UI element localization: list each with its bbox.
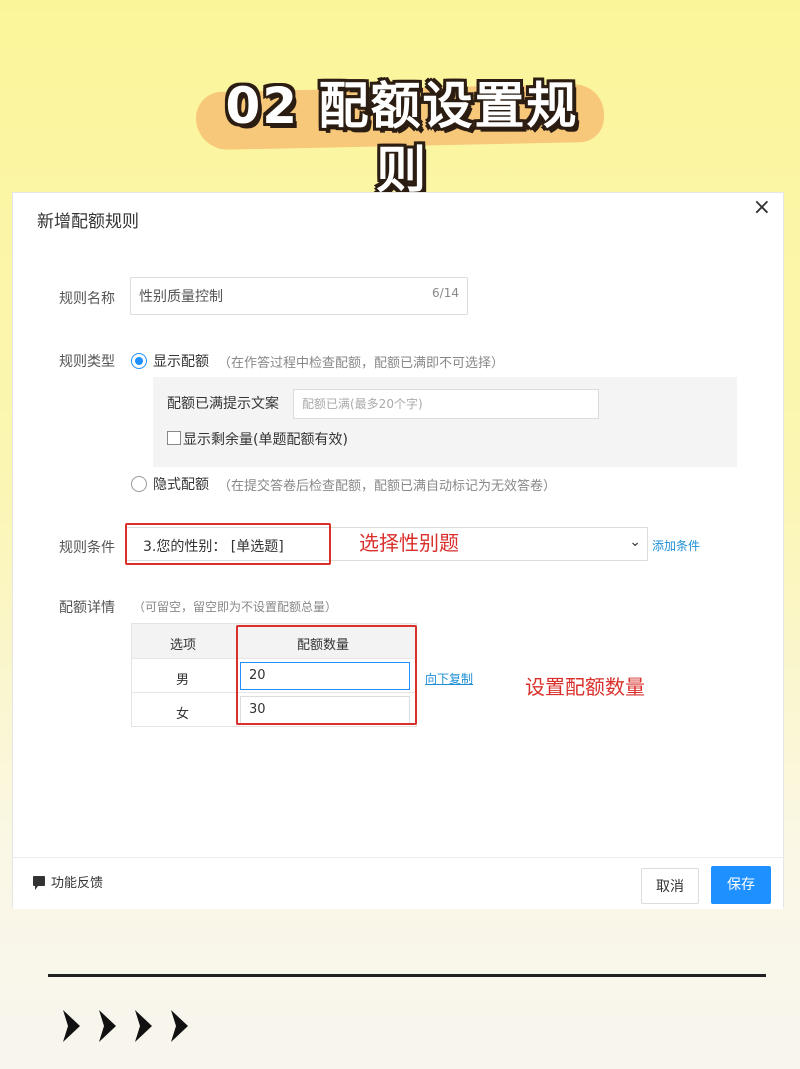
arrow-right-icon [99, 1010, 116, 1042]
quantity-annotation: 设置配额数量 [525, 675, 645, 699]
cancel-button[interactable]: 取消 [641, 868, 699, 904]
full-text-label: 配额已满提示文案 [167, 396, 279, 412]
dialog-footer: 功能反馈 取消 保存 [13, 857, 783, 909]
show-remaining-label[interactable]: 显示剩余量(单题配额有效) [183, 429, 348, 449]
show-quota-radio[interactable] [131, 353, 147, 369]
page-divider [48, 974, 766, 977]
row-option-female: 女 [176, 707, 190, 722]
rule-condition-label: 规则条件 [59, 540, 115, 556]
quota-detail-label: 配额详情 [59, 600, 115, 616]
copy-down-link[interactable]: 向下复制 [425, 670, 473, 687]
arrow-right-icon [135, 1010, 152, 1042]
show-remaining-checkbox[interactable] [167, 431, 181, 445]
full-text-input[interactable]: 配额已满(最多20个字) [293, 389, 599, 419]
condition-highlight-box [125, 523, 331, 565]
hidden-quota-label[interactable]: 隐式配额 [153, 474, 209, 494]
show-quota-options-panel: 配额已满提示文案 配额已满(最多20个字) 显示剩余量(单题配额有效) [153, 377, 737, 467]
hidden-quota-radio[interactable] [131, 476, 147, 492]
rule-name-value: 性别质量控制 [139, 289, 223, 305]
new-quota-rule-dialog: 新增配额规则 × 规则名称 性别质量控制 6/14 规则类型 显示配额 （在作答… [12, 192, 784, 909]
arrow-right-icon [63, 1010, 80, 1042]
show-quota-label[interactable]: 显示配额 [153, 351, 209, 371]
rule-name-input[interactable]: 性别质量控制 6/14 [130, 277, 468, 315]
page-banner: 02 配额设置规则 [195, 72, 605, 199]
quota-detail-hint: （可留空，留空即为不设置配额总量） [133, 600, 338, 614]
feedback-link[interactable]: 功能反馈 [51, 872, 103, 891]
quantity-highlight-box [236, 625, 417, 725]
condition-annotation: 选择性别题 [359, 531, 459, 555]
hidden-quota-hint: （在提交答卷后检查配额，配额已满自动标记为无效答卷） [218, 479, 557, 494]
rule-type-label: 规则类型 [59, 354, 115, 370]
save-button[interactable]: 保存 [711, 866, 771, 904]
chevron-down-icon: ⌄ [629, 534, 641, 550]
show-quota-hint: （在作答过程中检查配额，配额已满即不可选择） [218, 356, 505, 371]
feedback-icon [33, 876, 45, 890]
rule-name-counter: 6/14 [432, 286, 459, 300]
dialog-title: 新增配额规则 [37, 212, 139, 232]
column-header-option: 选项 [170, 638, 197, 653]
add-condition-link[interactable]: 添加条件 [652, 537, 700, 554]
close-icon[interactable]: × [753, 197, 771, 219]
rule-name-label: 规则名称 [59, 291, 115, 307]
row-option-male: 男 [176, 673, 190, 688]
arrow-right-icon [171, 1010, 188, 1042]
banner-title: 02 配额设置规则 [225, 77, 579, 199]
